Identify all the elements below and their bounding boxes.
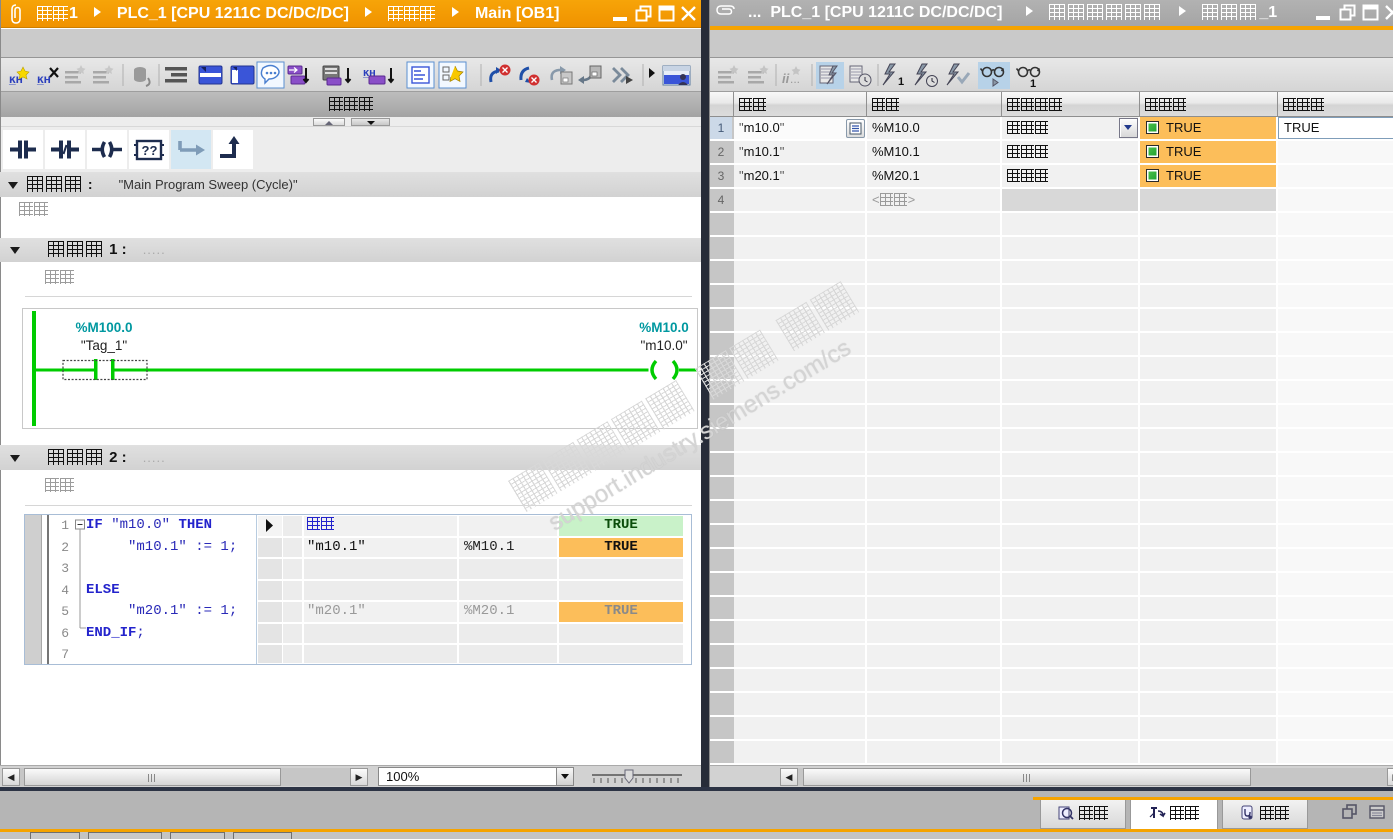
svg-text:%M100.0: %M100.0 — [75, 320, 132, 335]
svg-text:ii: ii — [782, 71, 790, 86]
svg-text:1: 1 — [1030, 78, 1036, 90]
svg-text:%M10.0: %M10.0 — [639, 320, 689, 335]
svg-text:1: 1 — [898, 76, 904, 88]
svg-text:??: ?? — [142, 143, 158, 158]
svg-text:ĸ̲ʜ: ĸ̲ʜ — [36, 72, 51, 86]
svg-text:"m10.0": "m10.0" — [640, 338, 687, 353]
svg-text:"Tag_1": "Tag_1" — [81, 338, 128, 353]
